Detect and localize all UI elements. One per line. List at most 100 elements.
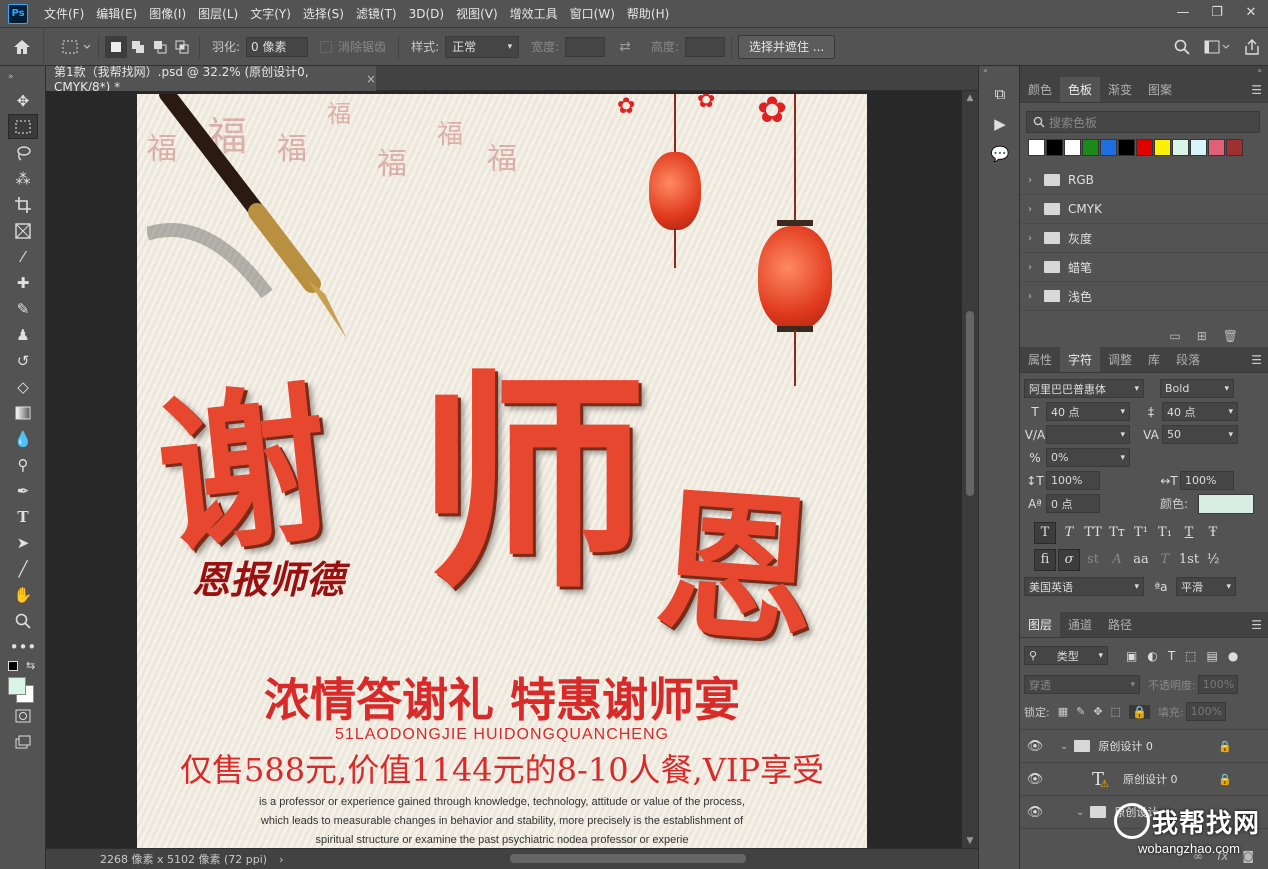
crop-tool-icon[interactable] bbox=[8, 192, 38, 217]
intersect-selection-button[interactable] bbox=[171, 36, 193, 58]
default-colors-icon[interactable] bbox=[8, 661, 18, 671]
titling-alternates-button[interactable]: T bbox=[1154, 549, 1176, 571]
color-swatch[interactable] bbox=[1028, 139, 1045, 156]
strikethrough-button[interactable]: Ŧ bbox=[1202, 522, 1224, 544]
blend-mode-select[interactable]: 穿透 ▾ bbox=[1024, 675, 1140, 694]
width-input[interactable] bbox=[565, 36, 606, 57]
menu-edit[interactable]: 编辑(E) bbox=[90, 5, 143, 22]
vertical-scale-input[interactable]: 100% bbox=[1046, 471, 1100, 490]
subscript-button[interactable]: T₁ bbox=[1154, 522, 1176, 544]
panel-menu-icon[interactable]: ☰ bbox=[1251, 618, 1262, 632]
actions-play-icon[interactable]: ▶ bbox=[986, 111, 1014, 137]
font-family-select[interactable]: 阿里巴巴普惠体 ▾ bbox=[1024, 379, 1144, 398]
filter-smart-object-icon[interactable]: ▤ bbox=[1207, 649, 1218, 663]
underline-button[interactable]: T bbox=[1178, 522, 1200, 544]
fractions-button[interactable]: ½ bbox=[1202, 549, 1224, 571]
document-tab[interactable]: 第1款（我帮找网）.psd @ 32.2% (原创设计0, CMYK/8*) *… bbox=[46, 65, 376, 94]
ligatures-button[interactable]: fi bbox=[1034, 548, 1056, 571]
visibility-eye-icon[interactable]: 👁 bbox=[1020, 772, 1050, 787]
visibility-eye-icon[interactable]: 👁 bbox=[1020, 805, 1050, 820]
horizontal-scale-input[interactable]: 100% bbox=[1180, 471, 1234, 490]
canvas-area[interactable]: 福 福 福 福 福 福 福 ✿ ✿ ✿ 谢 师 恩 恩报师德 浓情答谢礼 特惠谢… bbox=[46, 91, 962, 848]
layer-row[interactable]: 👁 T ⚠ 原创设计 0 🔒 bbox=[1020, 763, 1268, 796]
type-tool-icon[interactable]: T bbox=[8, 504, 38, 529]
subtract-selection-button[interactable] bbox=[149, 36, 171, 58]
menu-layer[interactable]: 图层(L) bbox=[192, 5, 244, 22]
home-button[interactable] bbox=[0, 27, 44, 66]
color-swatch[interactable] bbox=[1208, 139, 1225, 156]
foreground-color-swatch[interactable] bbox=[8, 677, 26, 695]
menu-3d[interactable]: 3D(D) bbox=[403, 7, 450, 21]
height-input[interactable] bbox=[684, 36, 725, 57]
tab-adjustments[interactable]: 调整 bbox=[1100, 347, 1140, 372]
color-swatch[interactable] bbox=[1226, 139, 1243, 156]
collapse-tools-icon[interactable]: » bbox=[0, 66, 45, 88]
layer-filter-select[interactable]: ⚲ 类型 ▾ bbox=[1024, 646, 1108, 665]
expand-panels-icon[interactable]: « bbox=[979, 66, 1019, 77]
alternate-ligatures-button[interactable]: σ bbox=[1058, 548, 1080, 571]
text-color-swatch[interactable] bbox=[1198, 493, 1255, 514]
new-swatch-icon[interactable]: ⊞ bbox=[1197, 329, 1207, 343]
ordinals-button[interactable]: 1st bbox=[1178, 549, 1200, 571]
tracking-input[interactable]: 50 ▾ bbox=[1162, 425, 1238, 444]
color-swatch[interactable] bbox=[1118, 139, 1135, 156]
eyedropper-tool-icon[interactable]: ⁄ bbox=[8, 244, 38, 269]
history-panel-icon[interactable]: ⧉ bbox=[986, 81, 1014, 107]
swatch-search-field[interactable]: 搜索色板 bbox=[1026, 111, 1260, 133]
workspace-icon[interactable] bbox=[1204, 40, 1230, 54]
tab-libraries[interactable]: 库 bbox=[1140, 347, 1168, 372]
scroll-up-icon[interactable]: ▲ bbox=[962, 91, 978, 103]
menu-select[interactable]: 选择(S) bbox=[297, 5, 350, 22]
dodge-tool-icon[interactable]: ⚲ bbox=[8, 452, 38, 477]
color-swatch[interactable] bbox=[1172, 139, 1189, 156]
menu-view[interactable]: 视图(V) bbox=[450, 5, 504, 22]
swatch-folder-pastel[interactable]: › 蜡笔 bbox=[1020, 253, 1268, 282]
filter-shape-icon[interactable]: ⬚ bbox=[1185, 649, 1196, 663]
antialias-checkbox[interactable] bbox=[320, 40, 333, 53]
minimize-button[interactable]: — bbox=[1166, 0, 1200, 24]
swatch-folder-light[interactable]: › 浅色 bbox=[1020, 282, 1268, 311]
menu-help[interactable]: 帮助(H) bbox=[621, 5, 675, 22]
lock-all-icon[interactable]: 🔒 bbox=[1128, 704, 1150, 719]
color-swatch[interactable] bbox=[1046, 139, 1063, 156]
zoom-tool-icon[interactable] bbox=[8, 608, 38, 633]
superscript-button[interactable]: T¹ bbox=[1130, 522, 1152, 544]
tab-properties[interactable]: 属性 bbox=[1020, 347, 1060, 372]
color-swatch[interactable] bbox=[1100, 139, 1117, 156]
language-select[interactable]: 美国英语 ▾ bbox=[1024, 577, 1144, 596]
tab-color[interactable]: 颜色 bbox=[1020, 77, 1060, 102]
pen-tool-icon[interactable]: ✒ bbox=[8, 478, 38, 503]
lock-options-icon[interactable]: ▦✎✥⬚ bbox=[1058, 705, 1129, 718]
fill-input[interactable]: 100% bbox=[1185, 702, 1226, 721]
lasso-tool-icon[interactable] bbox=[8, 140, 38, 165]
swap-colors-icon[interactable]: ⇆ bbox=[26, 659, 35, 672]
color-swatch[interactable] bbox=[1082, 139, 1099, 156]
opacity-input[interactable]: 100% bbox=[1197, 675, 1238, 694]
all-caps-button[interactable]: TT bbox=[1082, 522, 1104, 544]
style-select[interactable]: 正常 ▾ bbox=[445, 35, 520, 58]
swatch-folder-grayscale[interactable]: › 灰度 bbox=[1020, 224, 1268, 253]
stylistic-alternates-button[interactable]: aa bbox=[1130, 549, 1152, 571]
kerning-input[interactable]: ▾ bbox=[1046, 425, 1130, 444]
faux-bold-button[interactable]: T bbox=[1034, 521, 1056, 544]
panel-menu-icon[interactable]: ☰ bbox=[1251, 353, 1262, 367]
search-icon[interactable] bbox=[1174, 39, 1190, 55]
rect-marquee-tool-icon[interactable] bbox=[8, 114, 38, 139]
select-and-mask-button[interactable]: 选择并遮住 ... bbox=[737, 34, 836, 59]
frame-tool-icon[interactable] bbox=[8, 218, 38, 243]
faux-italic-button[interactable]: T bbox=[1058, 522, 1080, 544]
swash-button[interactable]: A bbox=[1106, 549, 1128, 571]
new-group-icon[interactable]: ▭ bbox=[1169, 329, 1180, 343]
color-swatch[interactable] bbox=[1136, 139, 1153, 156]
filter-type-icon[interactable]: T bbox=[1168, 649, 1175, 663]
layer-row[interactable]: 👁 ⌄ 原创设计 0 🔒 bbox=[1020, 730, 1268, 763]
maximize-button[interactable]: ❐ bbox=[1200, 0, 1234, 24]
new-selection-button[interactable] bbox=[105, 35, 127, 58]
marquee-preset-picker[interactable] bbox=[62, 36, 92, 58]
tab-paragraph[interactable]: 段落 bbox=[1168, 347, 1208, 372]
menu-image[interactable]: 图像(I) bbox=[143, 5, 192, 22]
hand-tool-icon[interactable]: ✋ bbox=[8, 582, 38, 607]
healing-brush-tool-icon[interactable]: ✚ bbox=[8, 270, 38, 295]
font-style-select[interactable]: Bold ▾ bbox=[1160, 379, 1234, 398]
chevron-down-icon[interactable]: ⌄ bbox=[1076, 807, 1084, 818]
